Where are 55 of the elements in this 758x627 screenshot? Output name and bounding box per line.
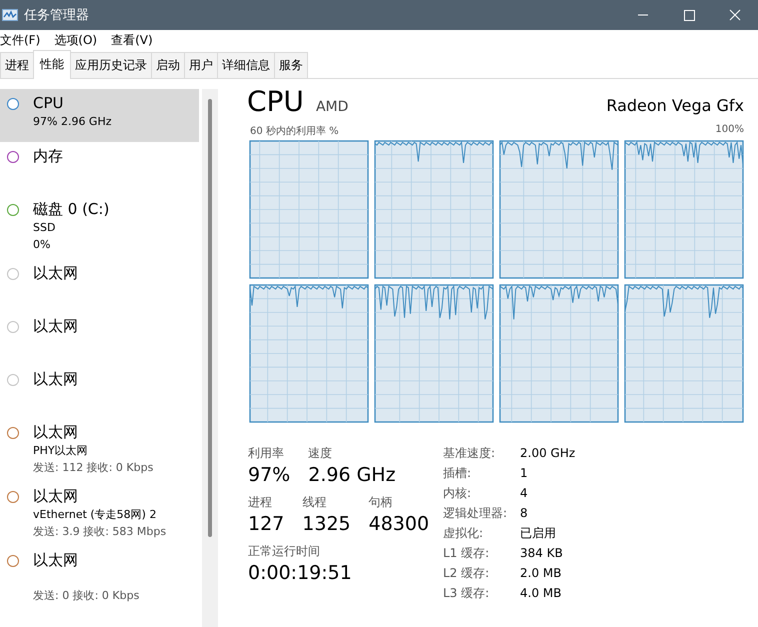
- spec-label: L1 缓存:: [443, 545, 490, 562]
- panel-title: CPU: [247, 85, 304, 118]
- stat-value: 2.96 GHz: [308, 463, 396, 488]
- spec-value: 2.0 MB: [520, 565, 562, 582]
- menu-item[interactable]: 查看(V): [111, 32, 153, 48]
- stat-value: 0:00:19:51: [248, 561, 352, 586]
- graph-max-label: 100%: [715, 124, 744, 137]
- stat-label: 进程: [248, 494, 273, 511]
- spec-value: 已启用: [520, 525, 557, 542]
- sidebar-item[interactable]: 以太网: [0, 365, 199, 418]
- spec-value: 4.0 MB: [520, 585, 562, 602]
- spec-label: L2 缓存:: [443, 565, 490, 582]
- app-icon: [2, 9, 18, 21]
- stat-label: 线程: [302, 494, 328, 511]
- tab[interactable]: 进程: [0, 52, 34, 78]
- spec-label: 虚拟化:: [443, 525, 484, 542]
- spec-label: 逻辑处理器:: [443, 505, 508, 522]
- stat-label: 速度: [308, 445, 334, 462]
- tab[interactable]: 性能: [33, 50, 71, 79]
- stat-label: 句柄: [368, 494, 394, 511]
- spec-label: 内核:: [443, 485, 472, 502]
- spec-value: 1: [520, 465, 529, 482]
- sidebar-item[interactable]: 内存: [0, 142, 199, 195]
- spec-label: L3 缓存:: [443, 585, 490, 602]
- spec-label: 基准速度:: [443, 445, 496, 462]
- stat-label: 利用率: [248, 445, 285, 462]
- window-title: 任务管理器: [24, 7, 89, 24]
- tab[interactable]: 服务: [274, 52, 308, 78]
- stat-value: 1325: [302, 512, 351, 537]
- sidebar-item[interactable]: 以太网 PHY以太网 发送: 112 接收: 0 Kbps: [0, 418, 199, 482]
- tab[interactable]: 用户: [184, 52, 218, 78]
- scroll-bar[interactable]: [202, 89, 218, 627]
- stat-value: 48300: [368, 512, 430, 537]
- spec-value: 8: [520, 505, 529, 522]
- spec-value: 384 KB: [520, 545, 564, 562]
- menu-item[interactable]: 文件(F): [0, 32, 40, 48]
- processor-name: Radeon Vega Gfx: [606, 96, 744, 115]
- tab[interactable]: 详细信息: [217, 52, 275, 78]
- sidebar-item[interactable]: 磁盘 0 (C:) SSD 0%: [0, 195, 199, 259]
- stat-label: 正常运行时间: [248, 543, 321, 560]
- sidebar-item[interactable]: 以太网 vEthernet (专走58网) 2 发送: 3.9 接收: 583 Mbps: [0, 482, 199, 546]
- graph-caption: 60 秒内的利用率 %: [250, 124, 339, 138]
- menu-item[interactable]: 选项(O): [54, 32, 98, 48]
- processor-name: AMD: [316, 99, 348, 115]
- tab[interactable]: 应用历史记录: [70, 52, 152, 78]
- spec-value: 4: [520, 485, 529, 502]
- sidebar-item[interactable]: 以太网: [0, 259, 199, 312]
- stat-value: 127: [248, 512, 284, 537]
- spec-value: 2.00 GHz: [520, 445, 576, 462]
- sidebar-item[interactable]: CPU 97% 2.96 GHz: [0, 89, 199, 142]
- sidebar-item[interactable]: 以太网 发送: 0 接收: 0 Kbps: [0, 546, 199, 610]
- tab[interactable]: 启动: [151, 52, 185, 78]
- sidebar-item[interactable]: 以太网: [0, 312, 199, 365]
- stat-value: 97%: [248, 463, 290, 488]
- spec-label: 插槽:: [443, 465, 472, 482]
